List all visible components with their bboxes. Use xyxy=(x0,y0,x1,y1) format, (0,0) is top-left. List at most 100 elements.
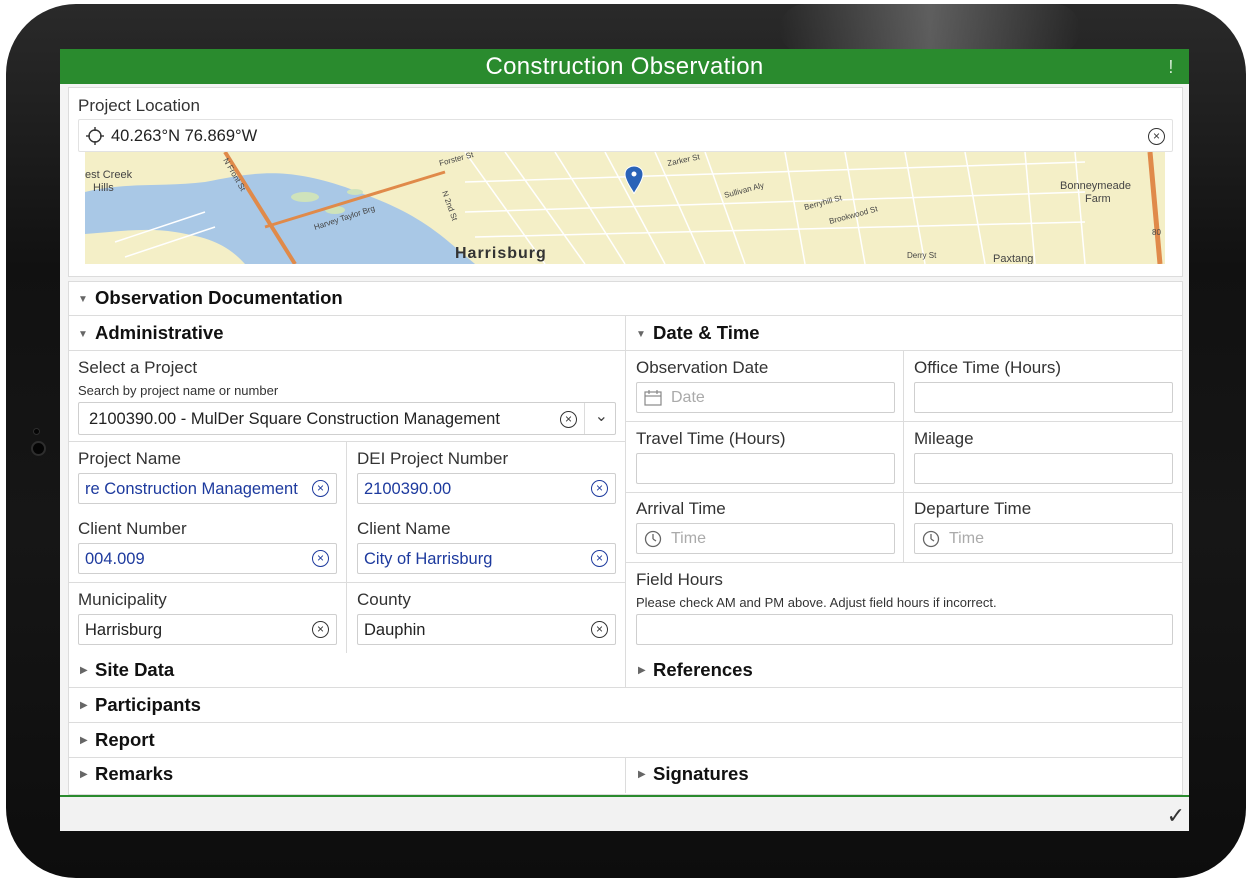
field-hours-label: Field Hours xyxy=(636,570,723,589)
client-name-field[interactable]: City of Harrisburg × xyxy=(357,543,616,574)
dei-project-number-value: 2100390.00 xyxy=(364,480,452,498)
app-header: Construction Observation ! xyxy=(60,49,1189,84)
app-title: Construction Observation xyxy=(485,53,764,80)
expand-triangle-icon[interactable]: ▶ xyxy=(80,769,88,780)
location-map[interactable]: est CreekHills BonneymeadeFarm Paxtang H… xyxy=(85,152,1165,264)
svg-text:80: 80 xyxy=(1152,228,1161,237)
warning-icon[interactable]: ! xyxy=(1159,55,1183,79)
clear-client-name-icon[interactable]: × xyxy=(591,550,608,567)
divider xyxy=(346,441,347,653)
clear-client-number-icon[interactable]: × xyxy=(312,550,329,567)
client-number-value: 004.009 xyxy=(85,550,145,568)
county-field[interactable]: Dauphin × xyxy=(357,614,616,645)
project-name-value: re Construction Management xyxy=(85,480,298,498)
divider xyxy=(625,350,1183,351)
dei-project-number-label: DEI Project Number xyxy=(357,449,509,468)
client-number-label: Client Number xyxy=(78,519,187,538)
tablet-sheen xyxy=(780,4,1080,54)
signatures-section[interactable]: Signatures xyxy=(653,763,749,785)
participants-section[interactable]: Participants xyxy=(95,694,201,716)
svg-text:Derry St: Derry St xyxy=(907,251,937,260)
svg-text:Bonneymeade: Bonneymeade xyxy=(1060,180,1131,192)
river-island xyxy=(291,192,319,202)
client-number-field[interactable]: 004.009 × xyxy=(78,543,337,574)
column-divider xyxy=(625,315,626,687)
divider xyxy=(903,350,904,562)
coordinates-field[interactable]: 40.263°N 76.869°W × xyxy=(78,119,1173,152)
map-pin-dot xyxy=(631,171,637,177)
clock-icon[interactable] xyxy=(644,530,662,548)
observation-date-label: Observation Date xyxy=(636,358,769,377)
expand-triangle-icon[interactable]: ▶ xyxy=(80,735,88,746)
arrival-time-label: Arrival Time xyxy=(636,499,726,518)
collapse-triangle-icon[interactable]: ▼ xyxy=(78,329,88,340)
travel-time-field[interactable] xyxy=(636,453,895,484)
departure-time-placeholder: Time xyxy=(949,530,984,547)
field-hours-hint: Please check AM and PM above. Adjust fie… xyxy=(636,595,997,610)
site-data-section[interactable]: Site Data xyxy=(95,659,174,681)
client-name-value: City of Harrisburg xyxy=(364,550,493,568)
submit-check-icon[interactable]: ✓ xyxy=(1167,803,1185,829)
expand-triangle-icon[interactable]: ▶ xyxy=(638,665,646,676)
crosshair-icon[interactable] xyxy=(85,126,105,146)
observation-date-field[interactable]: Date xyxy=(636,382,895,413)
county-label: County xyxy=(357,590,411,609)
divider xyxy=(625,492,1183,493)
clear-county-icon[interactable]: × xyxy=(591,621,608,638)
expand-triangle-icon[interactable]: ▶ xyxy=(638,769,646,780)
expand-triangle-icon[interactable]: ▶ xyxy=(80,700,88,711)
clear-location-icon[interactable]: × xyxy=(1148,128,1165,145)
collapse-triangle-icon[interactable]: ▼ xyxy=(636,329,646,340)
divider xyxy=(68,582,625,583)
map-city-label: Harrisburg xyxy=(455,245,547,262)
clear-municipality-icon[interactable]: × xyxy=(312,621,329,638)
municipality-label: Municipality xyxy=(78,590,167,609)
mileage-label: Mileage xyxy=(914,429,974,448)
observation-section-title[interactable]: Observation Documentation xyxy=(95,287,343,309)
county-value: Dauphin xyxy=(364,621,426,639)
arrival-time-field[interactable]: Time xyxy=(636,523,895,554)
date-time-section-title[interactable]: Date & Time xyxy=(653,322,760,344)
project-name-field[interactable]: re Construction Management × xyxy=(78,473,337,504)
calendar-icon[interactable] xyxy=(644,390,662,406)
mileage-field[interactable] xyxy=(914,453,1173,484)
references-section[interactable]: References xyxy=(653,659,753,681)
select-project-label: Select a Project xyxy=(78,358,198,377)
divider xyxy=(625,421,1183,422)
front-sensor xyxy=(33,428,40,435)
dei-project-number-field[interactable]: 2100390.00 × xyxy=(357,473,616,504)
clear-dei-project-number-icon[interactable]: × xyxy=(591,480,608,497)
bottom-toolbar: ✓ xyxy=(60,795,1189,831)
divider xyxy=(68,350,625,351)
svg-text:est Creek: est Creek xyxy=(85,169,133,181)
clock-icon[interactable] xyxy=(922,530,940,548)
collapse-triangle-icon[interactable]: ▼ xyxy=(78,294,88,305)
office-time-field[interactable] xyxy=(914,382,1173,413)
chevron-down-icon[interactable]: ⌄ xyxy=(595,406,608,426)
travel-time-label: Travel Time (Hours) xyxy=(636,429,786,448)
departure-time-field[interactable]: Time xyxy=(914,523,1173,554)
project-name-label: Project Name xyxy=(78,449,181,468)
project-select-value: 2100390.00 - MulDer Square Construction … xyxy=(89,410,500,428)
report-section[interactable]: Report xyxy=(95,729,155,751)
location-label: Project Location xyxy=(78,96,200,115)
field-hours-field[interactable] xyxy=(636,614,1173,645)
river-island xyxy=(347,189,363,195)
office-time-label: Office Time (Hours) xyxy=(914,358,1062,377)
project-select[interactable]: 2100390.00 - MulDer Square Construction … xyxy=(78,402,616,435)
svg-text:Hills: Hills xyxy=(93,182,114,194)
remarks-section[interactable]: Remarks xyxy=(95,763,173,785)
divider xyxy=(625,562,1183,563)
departure-time-label: Departure Time xyxy=(914,499,1032,518)
svg-text:Farm: Farm xyxy=(1085,193,1111,205)
observation-date-placeholder: Date xyxy=(671,389,705,406)
select-project-hint: Search by project name or number xyxy=(78,383,279,398)
municipality-value: Harrisburg xyxy=(85,621,163,639)
front-camera xyxy=(31,441,46,456)
clear-project-name-icon[interactable]: × xyxy=(312,480,329,497)
divider xyxy=(584,403,585,434)
expand-triangle-icon[interactable]: ▶ xyxy=(80,665,88,676)
administrative-section-title[interactable]: Administrative xyxy=(95,322,224,344)
municipality-field[interactable]: Harrisburg × xyxy=(78,614,337,645)
clear-project-icon[interactable]: × xyxy=(560,411,577,428)
